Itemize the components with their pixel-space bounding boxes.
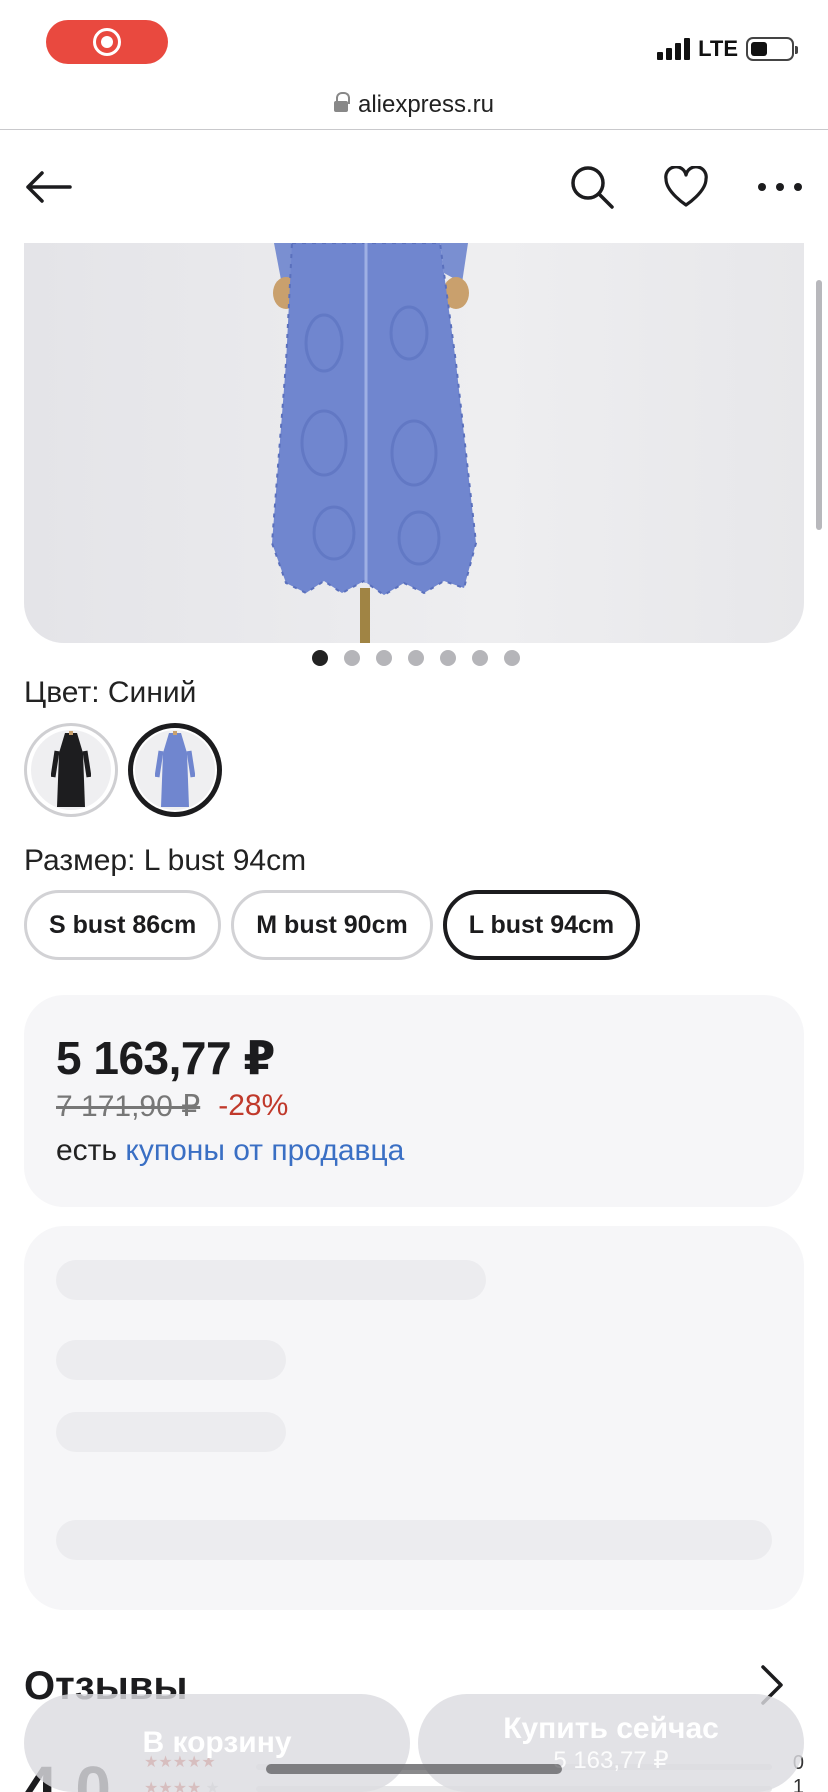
product-image[interactable] (24, 243, 804, 643)
size-option-l[interactable]: L bust 94cm (442, 890, 641, 960)
gallery-dot[interactable] (312, 650, 328, 666)
size-option-s[interactable]: S bust 86cm (24, 890, 222, 960)
color-label: Цвет: Синий (24, 676, 197, 709)
heart-icon (664, 166, 708, 207)
screen-recording-indicator[interactable] (46, 20, 168, 64)
coupon-prefix: есть (56, 1134, 118, 1167)
price-discount-row: 7 171,90 ₽ -28% (56, 1089, 772, 1124)
gallery-pagination[interactable] (0, 650, 828, 666)
skeleton-line (56, 1260, 486, 1300)
page-scrollbar[interactable] (816, 280, 822, 530)
cellular-signal-icon (657, 38, 691, 60)
old-price: 7 171,90 ₽ (56, 1090, 201, 1123)
network-type: LTE (698, 36, 738, 61)
back-button[interactable] (20, 159, 76, 215)
color-thumb-black (31, 730, 111, 810)
size-label: Размер: L bust 94cm (24, 844, 307, 877)
buy-now-button[interactable]: Купить сейчас 5 163,77 ₽ (418, 1694, 804, 1792)
lock-icon (333, 91, 350, 115)
seller-coupons-link[interactable]: купоны от продавца (125, 1134, 404, 1167)
skeleton-line (56, 1520, 772, 1560)
add-to-cart-button[interactable]: В корзину (24, 1694, 410, 1792)
buy-now-price: 5 163,77 ₽ (553, 1746, 669, 1774)
search-button[interactable] (564, 159, 620, 215)
dress-photo (270, 243, 478, 643)
loading-skeleton-card (24, 1226, 804, 1610)
gallery-dot[interactable] (408, 650, 424, 666)
gallery-dot[interactable] (472, 650, 488, 666)
coupon-row: есть купоны от продавца (56, 1134, 772, 1168)
color-swatch-black[interactable] (24, 723, 118, 817)
gallery-dot[interactable] (504, 650, 520, 666)
buy-now-label: Купить сейчас (503, 1711, 719, 1745)
size-option-m[interactable]: M bust 90cm (231, 890, 433, 960)
skeleton-line (56, 1412, 286, 1452)
status-bar: LTE (0, 0, 828, 80)
address-bar[interactable]: aliexpress.ru (0, 80, 828, 130)
rating-count-4: 1 (792, 1776, 804, 1792)
battery-icon (746, 37, 798, 61)
skeleton-line (56, 1340, 286, 1380)
product-nav-bar (0, 131, 828, 243)
record-icon (93, 28, 121, 56)
more-dots-icon (758, 183, 802, 191)
arrow-left-icon (26, 171, 72, 203)
size-selector: S bust 86cm M bust 90cm L bust 94cm (24, 890, 641, 960)
color-thumb-blue (135, 730, 215, 810)
status-right: LTE (657, 36, 798, 62)
color-swatch-blue[interactable] (128, 723, 222, 817)
search-icon (571, 166, 614, 209)
discount-badge: -28% (218, 1089, 289, 1122)
gallery-dot[interactable] (376, 650, 392, 666)
gallery-dot[interactable] (440, 650, 456, 666)
favorite-button[interactable] (658, 159, 714, 215)
url-text: aliexpress.ru (357, 90, 495, 118)
gallery-dot[interactable] (344, 650, 360, 666)
home-indicator[interactable] (266, 1764, 562, 1774)
more-button[interactable] (752, 159, 808, 215)
price-card: 5 163,77 ₽ 7 171,90 ₽ -28% есть купоны о… (24, 995, 804, 1207)
add-to-cart-label: В корзину (142, 1726, 292, 1759)
current-price: 5 163,77 ₽ (56, 1032, 275, 1084)
